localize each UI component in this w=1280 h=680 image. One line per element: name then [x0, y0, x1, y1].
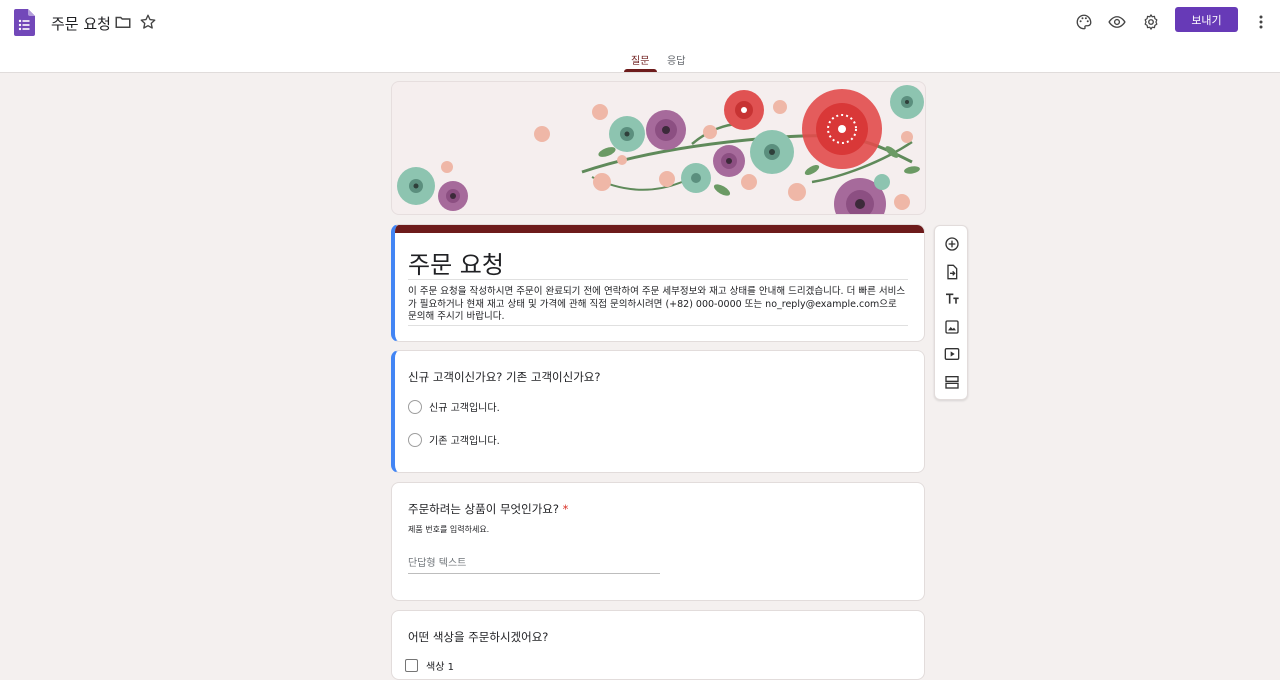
question-title-text: 주문하려는 상품이 무엇인가요?	[408, 502, 559, 516]
add-image-icon[interactable]	[943, 318, 961, 336]
checkbox-option-color-1[interactable]: 색상 1	[405, 658, 454, 673]
add-title-icon[interactable]	[943, 290, 961, 308]
radio-button[interactable]	[408, 399, 422, 414]
palette-icon[interactable]	[1074, 12, 1094, 32]
folder-icon[interactable]	[113, 12, 133, 32]
tab-questions[interactable]: 질문	[631, 52, 649, 67]
top-bar: 주문 요청 보내기	[0, 0, 1280, 44]
description-divider	[408, 325, 908, 326]
more-vert-icon[interactable]	[1252, 12, 1270, 32]
add-section-icon[interactable]	[943, 373, 961, 391]
option-label: 신규 고객입니다.	[429, 403, 500, 414]
eye-icon[interactable]	[1107, 12, 1127, 32]
required-asterisk: *	[562, 502, 569, 516]
radio-button[interactable]	[408, 432, 422, 447]
question-card-product[interactable]: 주문하려는 상품이 무엇인가요? * 제품 번호를 입력하세요. 단답형 텍스트	[391, 482, 925, 601]
question-title[interactable]: 신규 고객이신가요? 기존 고객이신가요?	[408, 369, 600, 385]
tab-responses[interactable]: 응답	[667, 52, 685, 67]
question-title[interactable]: 어떤 색상을 주문하시겠어요?	[408, 629, 548, 645]
star-icon[interactable]	[138, 12, 158, 32]
theme-color-band	[395, 225, 924, 233]
title-divider	[408, 279, 908, 280]
question-card-color[interactable]: 어떤 색상을 주문하시겠어요? 색상 1	[391, 610, 925, 680]
add-video-icon[interactable]	[943, 345, 961, 363]
short-answer-field[interactable]: 단답형 텍스트	[408, 554, 660, 574]
send-button[interactable]: 보내기	[1175, 7, 1238, 32]
option-label: 색상 1	[426, 662, 454, 673]
radio-option-existing-customer[interactable]: 기존 고객입니다.	[408, 432, 500, 447]
document-title[interactable]: 주문 요청	[51, 13, 111, 34]
active-tab-indicator	[624, 69, 657, 72]
option-label: 기존 고객입니다.	[429, 436, 500, 447]
form-description[interactable]: 이 주문 요청을 작성하시면 주문이 완료되기 전에 연락하여 주문 세부정보와…	[408, 286, 908, 324]
header-banner-image	[391, 81, 926, 215]
question-help-text: 제품 번호를 입력하세요.	[408, 525, 490, 534]
checkbox[interactable]	[405, 659, 418, 672]
floating-toolbar	[934, 225, 968, 400]
radio-option-new-customer[interactable]: 신규 고객입니다.	[408, 399, 500, 414]
import-questions-icon[interactable]	[943, 263, 961, 281]
gear-icon[interactable]	[1141, 12, 1161, 32]
tab-bar: 질문 응답	[0, 44, 1280, 73]
form-title[interactable]: 주문 요청	[408, 245, 504, 280]
question-card-customer-type[interactable]: 신규 고객이신가요? 기존 고객이신가요? 신규 고객입니다. 기존 고객입니다…	[391, 350, 925, 473]
question-title[interactable]: 주문하려는 상품이 무엇인가요? *	[408, 501, 568, 517]
forms-logo-icon[interactable]	[14, 9, 35, 36]
form-title-card[interactable]: 주문 요청 이 주문 요청을 작성하시면 주문이 완료되기 전에 연락하여 주문…	[391, 224, 925, 342]
add-question-icon[interactable]	[943, 235, 961, 253]
